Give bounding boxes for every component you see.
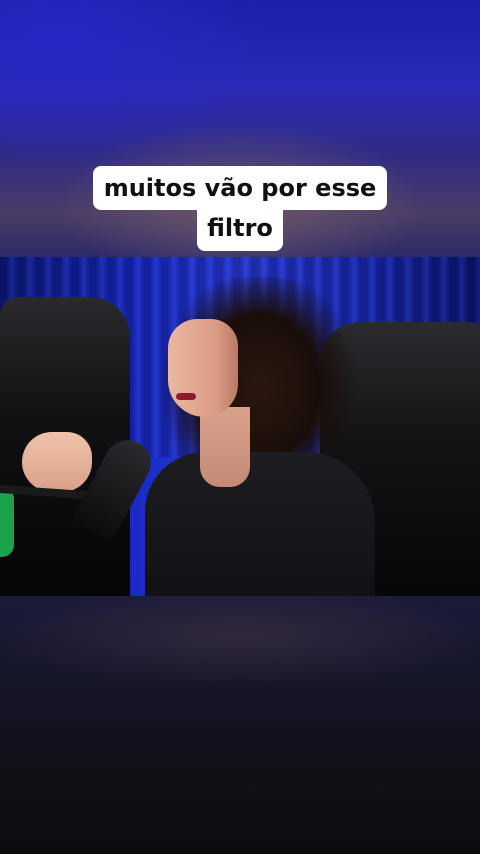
caption-line-2: filtro [197,207,283,251]
speaker-face [168,319,238,417]
video-frame: muitos vão por esse filtro [0,0,480,854]
green-sleeve [0,487,14,557]
video-scene [0,257,480,596]
speaker-neck [200,407,250,487]
blurred-background-bottom [0,596,480,854]
speaker-blouse [145,452,375,596]
speaker-hand [22,432,92,492]
speaker-lips [176,393,196,400]
caption: muitos vão por esse filtro [0,166,480,251]
caption-line-1: muitos vão por esse [92,166,388,210]
